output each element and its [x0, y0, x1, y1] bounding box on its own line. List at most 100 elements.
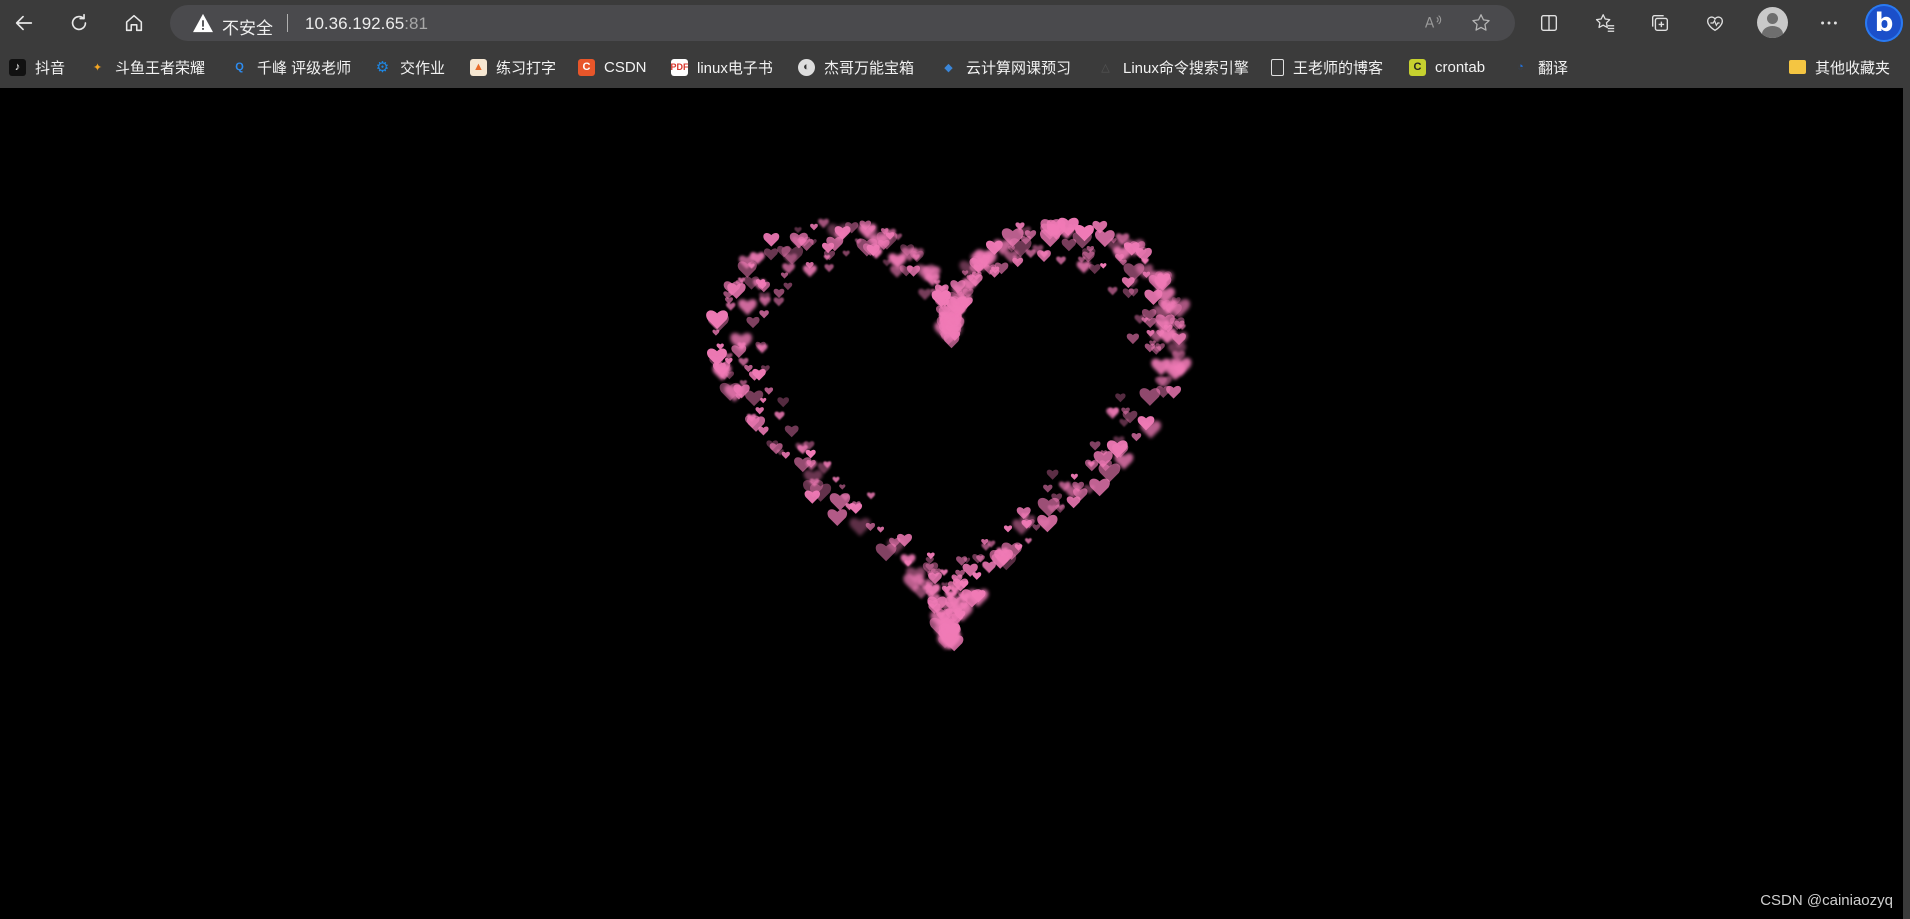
bing-icon[interactable]: b	[1865, 4, 1903, 42]
browser-toolbar: 不安全 10.36.192.65:81 A b	[0, 0, 1910, 45]
heart-particle	[780, 272, 789, 279]
refresh-button[interactable]	[62, 6, 96, 40]
heart-particle	[1070, 473, 1078, 480]
heart-particle	[755, 407, 764, 415]
browser-essentials-button[interactable]	[1700, 8, 1730, 38]
csdn-icon: C	[578, 58, 595, 76]
bookmark-label: 云计算网课预习	[966, 59, 1072, 77]
bookmark-qianfeng[interactable]: Q 千峰 评级老师	[231, 55, 351, 79]
heart-particle	[1100, 263, 1107, 269]
window-edge	[1903, 88, 1910, 919]
heart-particle	[744, 364, 753, 373]
heart-particle	[1003, 525, 1013, 533]
browser-essentials-icon	[1706, 16, 1724, 32]
bookmark-other-folder[interactable]: 其他收藏夹	[1789, 55, 1890, 79]
heart-particle	[1115, 393, 1126, 403]
read-aloud-icon[interactable]: A	[1423, 12, 1445, 34]
heart-particle	[782, 263, 795, 275]
bookmark-label: Linux命令搜索引擎	[1123, 59, 1249, 77]
favorites-button[interactable]	[1590, 8, 1620, 38]
home-button[interactable]	[117, 6, 151, 40]
heart-particle	[842, 250, 850, 257]
address-bar[interactable]: 不安全 10.36.192.65:81 A	[170, 5, 1515, 41]
heart-particle	[866, 492, 876, 500]
warning-icon[interactable]	[192, 13, 214, 33]
heart-particle	[794, 457, 812, 473]
home-icon	[125, 14, 143, 32]
crontab-icon: C	[1409, 58, 1426, 76]
heart-particle	[981, 543, 991, 551]
url-text[interactable]: 10.36.192.65:81	[305, 14, 428, 34]
favorite-star-icon[interactable]	[1470, 12, 1492, 34]
split-screen-button[interactable]	[1534, 8, 1564, 38]
collections-icon	[1651, 14, 1669, 32]
gear-icon: ⚙	[375, 59, 390, 76]
heart-particle	[877, 526, 885, 533]
bookmark-linux-search[interactable]: △ Linux命令搜索引擎	[1097, 55, 1249, 79]
heart-particle	[744, 390, 764, 407]
heart-particle	[865, 522, 876, 531]
heart-particle	[810, 223, 818, 231]
heart-particle	[1076, 261, 1091, 274]
bookmark-translate[interactable]: ◔ 翻译	[1512, 55, 1568, 79]
bookmark-label: 交作业	[400, 59, 446, 77]
bookmark-douyin[interactable]: ♪ 抖音	[9, 55, 65, 79]
bookmark-linux-ebook[interactable]: PDF linux电子书	[671, 55, 773, 79]
bookmark-label: crontab	[1435, 58, 1486, 76]
security-status[interactable]: 不安全	[222, 14, 273, 39]
heart-particle	[1089, 478, 1110, 497]
heart-particle	[1025, 538, 1032, 544]
profile-icon[interactable]	[1757, 7, 1788, 38]
bookmark-label: CSDN	[604, 58, 647, 76]
heart-particle	[763, 233, 780, 247]
bookmark-label: 千峰 评级老师	[257, 59, 352, 77]
heart-particle	[1134, 314, 1146, 324]
bookmark-cloud-course[interactable]: ◆ 云计算网课预习	[940, 55, 1071, 79]
bookmark-label: linux电子书	[697, 59, 773, 77]
heart-particle	[746, 316, 760, 329]
folder-icon	[1789, 60, 1806, 74]
more-button[interactable]	[1814, 8, 1844, 38]
heart-animation	[706, 217, 1192, 652]
heart-particle	[759, 310, 769, 319]
refresh-icon	[71, 13, 87, 31]
translate-icon: ◔	[1517, 61, 1524, 73]
page-icon	[1271, 58, 1284, 76]
heart-particle	[764, 248, 778, 261]
heart-particle	[783, 282, 793, 291]
heart-particle	[738, 299, 757, 316]
heart-particle	[1107, 286, 1118, 296]
heart-particle	[794, 227, 802, 234]
linux-icon: △	[1101, 61, 1110, 74]
back-button[interactable]	[7, 6, 41, 40]
heart-particle	[781, 451, 790, 459]
profile-head	[1767, 13, 1778, 24]
bookmark-homework[interactable]: ⚙ 交作业	[374, 55, 445, 79]
heart-particle	[832, 476, 840, 483]
bookmark-typing[interactable]: ▲ 练习打字	[470, 55, 556, 79]
heart-particle	[1131, 433, 1142, 442]
douyu-icon: ✦	[92, 61, 103, 74]
bookmark-toolbox[interactable]: ◐ 杰哥万能宝箱	[798, 55, 914, 79]
bookmark-label: 斗鱼王者荣耀	[115, 59, 206, 77]
heart-particle	[1122, 288, 1135, 299]
heart-particle	[1056, 256, 1066, 265]
heart-particle	[777, 397, 790, 408]
tiktok-icon: ♪	[9, 58, 26, 76]
split-screen-icon	[1540, 14, 1558, 32]
qianfeng-icon: Q	[235, 61, 244, 73]
favorites-icon	[1595, 14, 1615, 32]
heart-particle	[824, 264, 834, 273]
collections-button[interactable]	[1645, 8, 1675, 38]
bookmark-douyu[interactable]: ✦ 斗鱼王者荣耀	[89, 55, 205, 79]
heart-particles	[706, 217, 1192, 652]
url-port: :81	[404, 14, 428, 33]
heart-particle	[764, 387, 774, 395]
bookmark-teacher-blog[interactable]: 王老师的博客	[1271, 55, 1383, 79]
heart-particle	[1043, 484, 1053, 493]
bookmark-csdn[interactable]: C CSDN	[578, 55, 647, 79]
pdf-icon: PDF	[671, 58, 689, 76]
url-host: 10.36.192.65	[305, 14, 405, 33]
profile-body	[1762, 26, 1783, 38]
bookmark-crontab[interactable]: Ccrontab	[1409, 55, 1485, 79]
